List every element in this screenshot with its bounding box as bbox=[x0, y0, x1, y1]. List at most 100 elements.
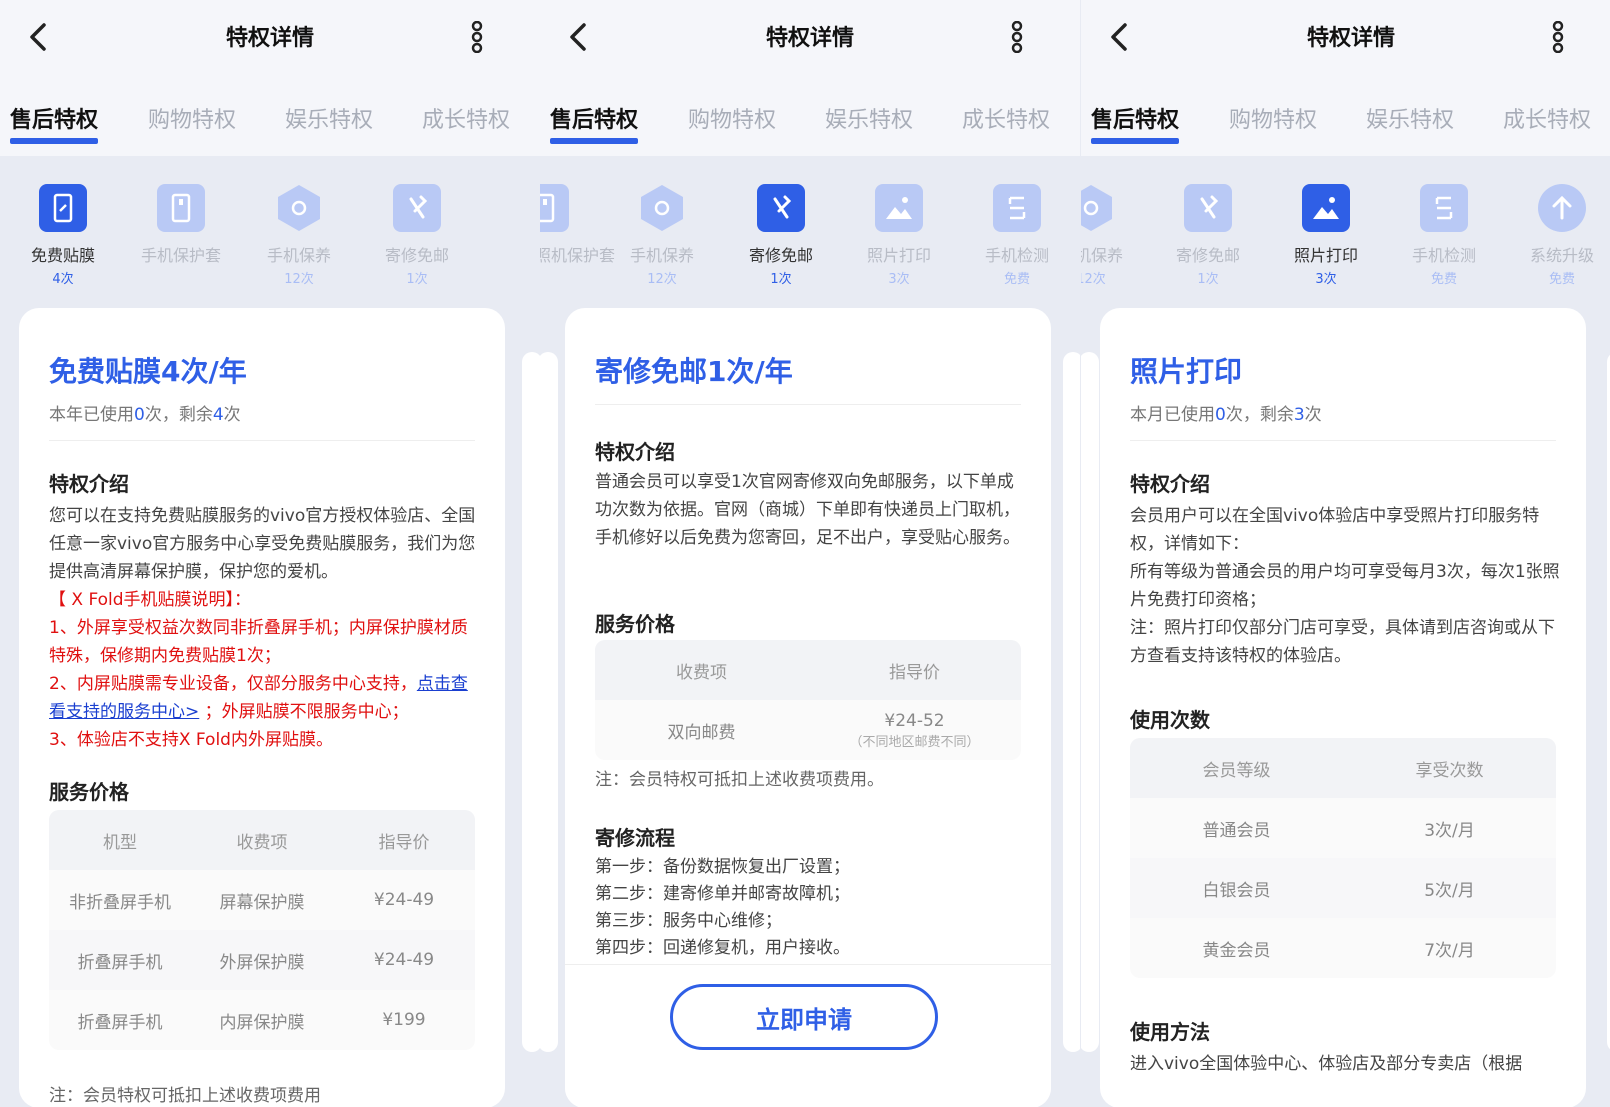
tab-entertainment[interactable]: 娱乐特权 bbox=[285, 102, 373, 134]
table-row: 双向邮费 ¥24-52 （不同地区邮费不同） bbox=[667, 710, 980, 750]
tab-entertainment[interactable]: 娱乐特权 bbox=[825, 102, 913, 134]
flow-step: 第三步：服务中心维修； bbox=[595, 911, 782, 931]
section-heading-flow: 寄修流程 bbox=[595, 826, 675, 850]
price-note: 注：会员特权可抵扣上述收费项费用。 bbox=[595, 770, 884, 790]
repair-flow: 第一步：备份数据恢复出厂设置； 第二步：建寄修单并邮寄故障机； 第三步：服务中心… bbox=[595, 854, 1025, 962]
privilege-tabs: 售后特权 购物特权 娱乐特权 成长特权 bbox=[0, 72, 540, 156]
divider bbox=[49, 440, 475, 441]
fold-notice-2: 2、内屏贴膜需专业设备，仅部分服务中心支持，点击查看支持的服务中心> ；外屏贴膜… bbox=[49, 674, 468, 722]
privilege-item-system-upgrade[interactable]: 系统升级 免费 bbox=[1502, 184, 1610, 287]
next-card-edge bbox=[522, 352, 540, 1052]
screen-protector-icon bbox=[39, 184, 87, 232]
divider bbox=[1130, 440, 1556, 441]
panel-photo-print: 特权详情 售后特权 购物特权 娱乐特权 成长特权 手机保养 12次 寄修免邮 1… bbox=[1081, 0, 1610, 1107]
prev-card-edge bbox=[1081, 352, 1099, 1052]
tab-growth[interactable]: 成长特权 bbox=[962, 102, 1050, 134]
more-vertical-icon[interactable] bbox=[1549, 21, 1567, 53]
page-title: 特权详情 bbox=[1306, 26, 1395, 51]
flow-step: 第四步：回递修复机，用户接收。 bbox=[595, 938, 850, 958]
intro-text: 会员用户可以在全国vivo体验店中享受照片打印服务特权，详情如下： 所有等级为普… bbox=[1130, 506, 1560, 666]
privilege-icon-row: 照机保护套 手机保养 12次 寄修免邮 1次 照片打印 3次 手机检测 免费 bbox=[540, 156, 1080, 296]
method-text: 进入vivo全国体验中心、体验店及部分专卖店（根据 bbox=[1130, 1054, 1523, 1074]
privilege-icon-row: 免费贴膜 4次 手机保护套 手机保养 12次 寄修免邮 1次 bbox=[0, 156, 540, 296]
card-title: 免费贴膜4次/年 bbox=[49, 355, 247, 388]
panel-screen-protector: 特权详情 售后特权 购物特权 娱乐特权 成长特权 免费贴膜 4次 手机保护套 手… bbox=[0, 0, 540, 1107]
privilege-card: 免费贴膜4次/年 本年已使用0次，剩余4次 特权介绍 您可以在支持免费贴膜服务的… bbox=[19, 308, 505, 1107]
privilege-item-phone-case[interactable]: 照机保护套 bbox=[540, 184, 615, 268]
photo-icon bbox=[1302, 184, 1350, 232]
table-row: 白银会员 5次/月 bbox=[1130, 858, 1556, 918]
privilege-item-phone-case[interactable]: 手机保护套 bbox=[121, 184, 241, 268]
privilege-item-maintenance[interactable]: 手机保养 12次 bbox=[239, 184, 359, 287]
table-row: 普通会员 3次/月 bbox=[1202, 820, 1475, 841]
maintenance-icon bbox=[1081, 184, 1115, 232]
tab-growth[interactable]: 成长特权 bbox=[1503, 102, 1591, 134]
privilege-item-diagnostics[interactable]: 手机检测 免费 bbox=[957, 184, 1077, 287]
table-row: 折叠屏手机 外屏保护膜 ¥24-49 bbox=[49, 930, 475, 990]
section-heading-usage-count: 使用次数 bbox=[1130, 708, 1210, 732]
top-bar: 特权详情 bbox=[1081, 0, 1610, 72]
tab-entertainment[interactable]: 娱乐特权 bbox=[1366, 102, 1454, 134]
fold-notice-1: 1、外屏享受权益次数同非折叠屏手机；内屏保护膜材质特殊，保修期内免费贴膜1次； bbox=[49, 618, 468, 666]
fold-notice-3: 3、体验店不支持X Fold内外屏贴膜。 bbox=[49, 730, 333, 750]
privilege-item-repair-shipping[interactable]: 寄修免邮 1次 bbox=[1148, 184, 1268, 287]
phone-case-icon bbox=[540, 184, 569, 232]
price-table: 收费项 指导价 双向邮费 ¥24-52 （不同地区邮费不同） bbox=[595, 640, 1021, 760]
privilege-item-maintenance[interactable]: 手机保养 12次 bbox=[1081, 184, 1151, 287]
usage-text: 本年已使用0次，剩余4次 bbox=[49, 405, 241, 425]
privilege-tabs: 售后特权 购物特权 娱乐特权 成长特权 bbox=[540, 72, 1080, 156]
tab-after-sales[interactable]: 售后特权 bbox=[550, 102, 639, 144]
table-row: 折叠屏手机 内屏保护膜 ¥199 bbox=[77, 1010, 426, 1033]
phone-case-icon bbox=[157, 184, 205, 232]
privilege-item-screen-protector[interactable]: 免费贴膜 4次 bbox=[3, 184, 123, 287]
table-row: 非折叠屏手机 屏幕保护膜 ¥24-49 bbox=[69, 890, 435, 913]
page-title: 特权详情 bbox=[225, 26, 314, 51]
section-heading-price: 服务价格 bbox=[595, 612, 675, 636]
flow-step: 第二步：建寄修单并邮寄故障机； bbox=[595, 884, 850, 904]
fold-notice-title: 【 X Fold手机贴膜说明】： bbox=[49, 590, 252, 610]
privilege-item-photo-print[interactable]: 照片打印 3次 bbox=[1266, 184, 1386, 287]
apply-button[interactable]: 立即申请 bbox=[670, 984, 938, 1050]
maintenance-icon bbox=[275, 184, 323, 232]
table-header: 机型 收费项 指导价 bbox=[49, 810, 475, 870]
card-title: 照片打印 bbox=[1130, 355, 1243, 388]
privilege-item-repair-shipping[interactable]: 寄修免邮 1次 bbox=[357, 184, 477, 287]
tab-shopping[interactable]: 购物特权 bbox=[688, 102, 776, 134]
usage-text: 本月已使用0次，剩余3次 bbox=[1130, 405, 1322, 425]
table-header: 收费项 指导价 bbox=[595, 640, 1021, 700]
flow-step: 第一步：备份数据恢复出厂设置； bbox=[595, 857, 850, 877]
panel-repair-shipping: 特权详情 售后特权 购物特权 娱乐特权 成长特权 照机保护套 手机保养 12次 … bbox=[540, 0, 1080, 1107]
privilege-item-maintenance[interactable]: 手机保养 12次 bbox=[602, 184, 722, 287]
table-header: 会员等级 享受次数 bbox=[1130, 738, 1556, 798]
photo-icon bbox=[875, 184, 923, 232]
more-vertical-icon[interactable] bbox=[1008, 21, 1026, 53]
divider bbox=[595, 404, 1021, 405]
section-heading-intro: 特权介绍 bbox=[49, 472, 129, 496]
page-title: 特权详情 bbox=[765, 26, 854, 51]
privilege-card: 寄修免邮1次/年 特权介绍 普通会员可以享受1次官网寄修双向免邮服务，以下单成功… bbox=[565, 308, 1051, 1107]
repair-icon bbox=[393, 184, 441, 232]
repair-icon bbox=[757, 184, 805, 232]
usage-count-table: 会员等级 享受次数 普通会员 3次/月 白银会员 5次/月 黄金会员 7次/月 bbox=[1130, 738, 1556, 978]
diagnostics-icon bbox=[1420, 184, 1468, 232]
more-vertical-icon[interactable] bbox=[468, 21, 486, 53]
maintenance-icon bbox=[638, 184, 686, 232]
prev-card-edge bbox=[540, 352, 558, 1052]
tab-after-sales[interactable]: 售后特权 bbox=[10, 102, 99, 144]
privilege-item-photo-print[interactable]: 照片打印 3次 bbox=[839, 184, 959, 287]
tab-after-sales[interactable]: 售后特权 bbox=[1091, 102, 1180, 144]
price-table: 机型 收费项 指导价 非折叠屏手机 屏幕保护膜 ¥24-49 折叠屏手机 外屏保护膜 ¥24… bbox=[49, 810, 475, 1050]
privilege-tabs: 售后特权 购物特权 娱乐特权 成长特权 bbox=[1081, 72, 1610, 156]
table-row: 黄金会员 7次/月 bbox=[1202, 940, 1475, 961]
repair-icon bbox=[1184, 184, 1232, 232]
tab-shopping[interactable]: 购物特权 bbox=[1229, 102, 1317, 134]
card-title: 寄修免邮1次/年 bbox=[595, 355, 793, 388]
section-heading-intro: 特权介绍 bbox=[595, 440, 675, 464]
privilege-item-diagnostics[interactable]: 手机检测 免费 bbox=[1384, 184, 1504, 287]
section-heading-method: 使用方法 bbox=[1130, 1020, 1210, 1044]
top-bar: 特权详情 bbox=[0, 0, 540, 72]
privilege-item-repair-shipping[interactable]: 寄修免邮 1次 bbox=[721, 184, 841, 287]
privilege-card: 照片打印 本月已使用0次，剩余3次 特权介绍 会员用户可以在全国vivo体验店中… bbox=[1100, 308, 1586, 1107]
tab-growth[interactable]: 成长特权 bbox=[422, 102, 510, 134]
tab-shopping[interactable]: 购物特权 bbox=[148, 102, 236, 134]
